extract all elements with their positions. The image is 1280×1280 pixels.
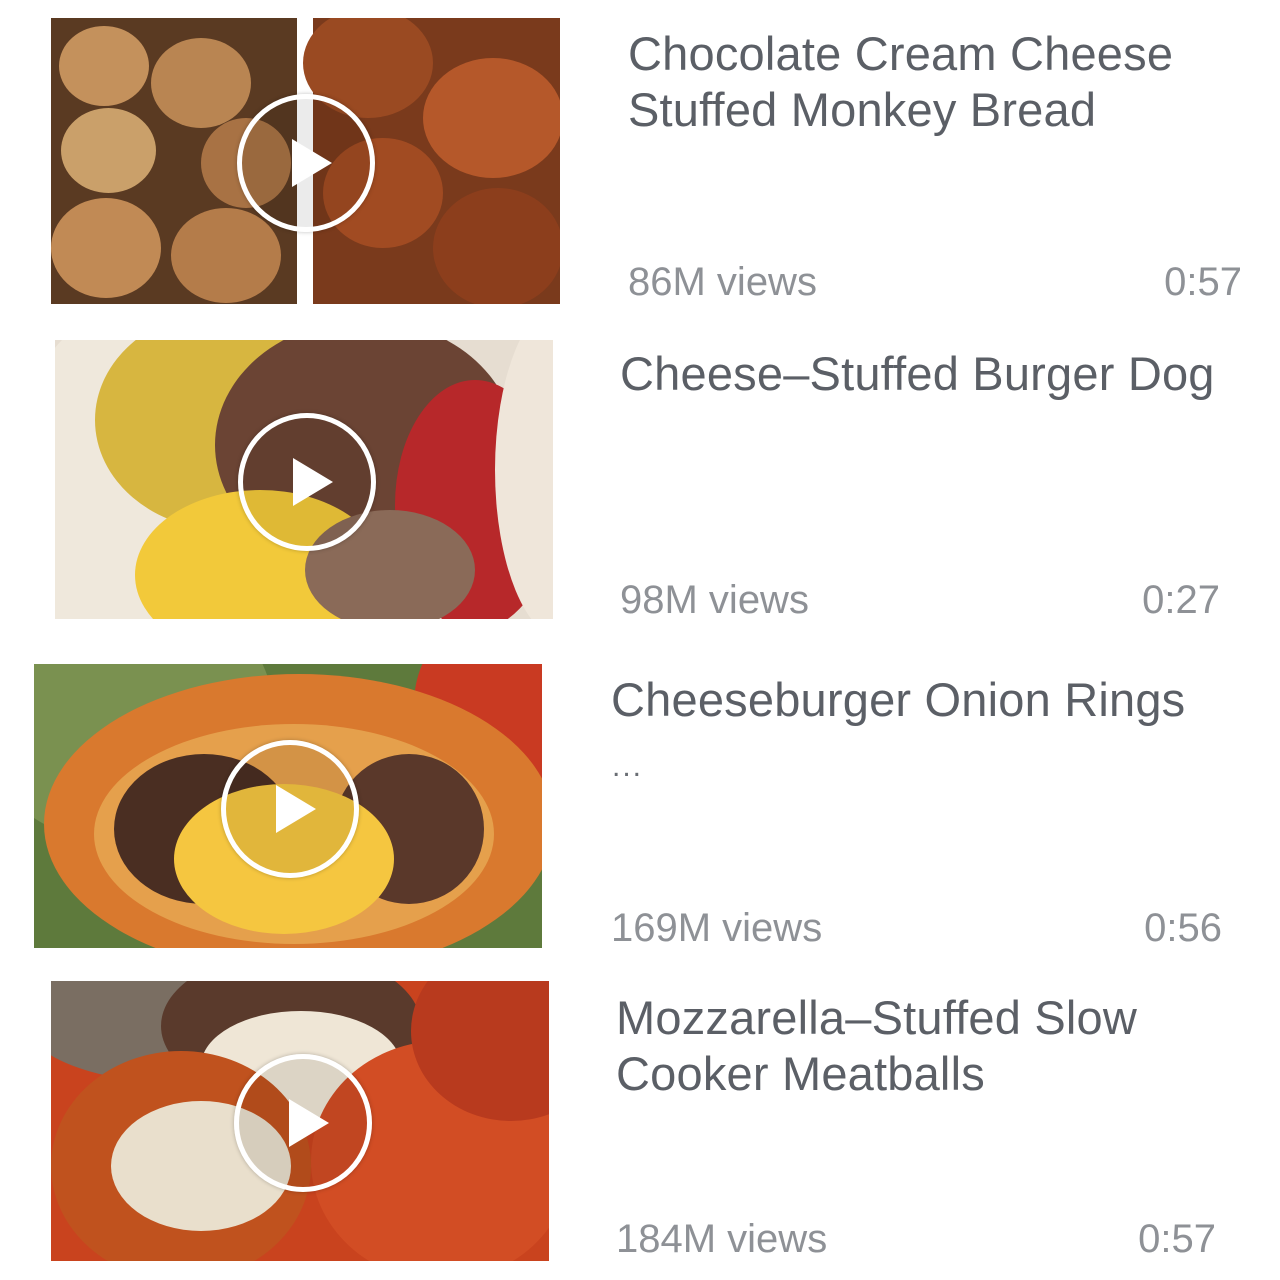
- view-count: 169M views: [611, 906, 823, 950]
- play-icon: [289, 1099, 329, 1147]
- video-title-line: Stuffed Monkey Bread: [628, 83, 1097, 136]
- title-truncation: ...: [612, 750, 644, 783]
- video-duration: 0:56: [1144, 906, 1222, 950]
- video-title[interactable]: Cheese–Stuffed Burger Dog: [620, 346, 1215, 402]
- play-button[interactable]: [238, 413, 376, 551]
- play-icon: [292, 139, 332, 187]
- video-list-item[interactable]: Cheese–Stuffed Burger Dog 98M views 0:27: [0, 320, 1280, 650]
- view-count: 184M views: [616, 1217, 828, 1261]
- play-button[interactable]: [221, 740, 359, 878]
- video-list-item[interactable]: Chocolate Cream Cheese Stuffed Monkey Br…: [0, 0, 1280, 320]
- video-title[interactable]: Mozzarella–Stuffed Slow Cooker Meatballs: [616, 990, 1137, 1102]
- video-thumbnail[interactable]: [51, 981, 549, 1261]
- video-title[interactable]: Chocolate Cream Cheese Stuffed Monkey Br…: [628, 26, 1173, 138]
- view-count: 86M views: [628, 260, 817, 304]
- video-list-item[interactable]: Mozzarella–Stuffed Slow Cooker Meatballs…: [0, 970, 1280, 1280]
- video-title[interactable]: Cheeseburger Onion Rings: [611, 672, 1185, 728]
- video-title-line: Mozzarella–Stuffed Slow: [616, 991, 1138, 1044]
- video-thumbnail[interactable]: [51, 18, 560, 304]
- video-duration: 0:27: [1142, 578, 1220, 622]
- video-thumbnail[interactable]: [34, 664, 542, 948]
- video-title-line: Cooker Meatballs: [616, 1047, 985, 1100]
- video-title-line: Cheese–Stuffed Burger Dog: [620, 347, 1215, 400]
- view-count: 98M views: [620, 578, 809, 622]
- play-button[interactable]: [237, 94, 375, 232]
- video-duration: 0:57: [1138, 1217, 1216, 1261]
- video-duration: 0:57: [1164, 260, 1242, 304]
- play-icon: [293, 458, 333, 506]
- video-list-item[interactable]: Cheeseburger Onion Rings ... 169M views …: [0, 650, 1280, 970]
- video-title-line: Cheeseburger Onion Rings: [611, 673, 1186, 726]
- play-icon: [276, 785, 316, 833]
- play-button[interactable]: [234, 1054, 372, 1192]
- video-thumbnail[interactable]: [55, 340, 553, 619]
- video-title-line: Chocolate Cream Cheese: [628, 27, 1174, 80]
